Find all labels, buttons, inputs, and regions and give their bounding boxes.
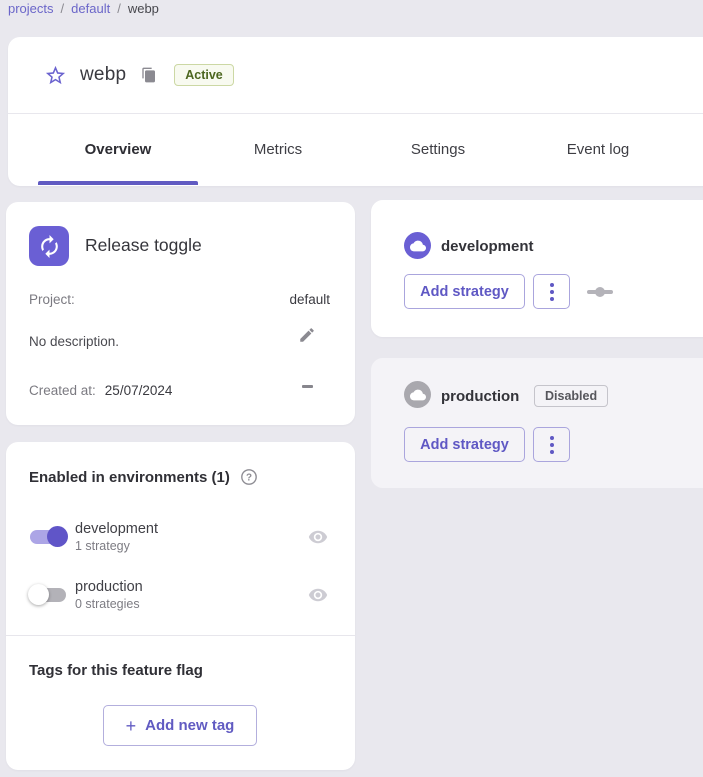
environment-strategy-count: 1 strategy: [75, 539, 158, 553]
status-badge: Active: [174, 64, 234, 86]
section-divider: [6, 635, 355, 636]
environments-card: Enabled in environments (1) ? developmen…: [6, 442, 355, 770]
tab-metrics[interactable]: Metrics: [198, 114, 358, 185]
project-row: Project: default: [29, 292, 330, 307]
flag-type-title: Release toggle: [85, 235, 202, 256]
environment-name: development: [75, 521, 158, 537]
edit-description-icon[interactable]: [298, 326, 316, 344]
visibility-eye-icon[interactable]: [308, 585, 328, 605]
created-row: Created at: 25/07/2024: [29, 383, 172, 398]
project-label: Project:: [29, 292, 75, 307]
toggle-development[interactable]: [28, 526, 68, 548]
kebab-menu-button[interactable]: [533, 427, 570, 462]
copy-name-icon[interactable]: [141, 67, 157, 83]
favorite-star-icon[interactable]: [44, 64, 67, 87]
environment-panel-production: production Disabled Add strategy: [371, 358, 703, 488]
project-value: default: [289, 292, 330, 307]
tab-event-log[interactable]: Event log: [518, 114, 678, 185]
toggle-production[interactable]: [28, 584, 68, 606]
breadcrumb-separator: /: [61, 1, 65, 16]
breadcrumb-link-default[interactable]: default: [71, 1, 110, 16]
add-new-tag-button[interactable]: + Add new tag: [103, 705, 257, 746]
tab-overview[interactable]: Overview: [38, 114, 198, 185]
breadcrumb-current: webp: [128, 1, 159, 16]
plus-icon: +: [126, 717, 137, 735]
flag-type-card: Release toggle Project: default No descr…: [6, 202, 355, 425]
breadcrumb-link-projects[interactable]: projects: [8, 1, 54, 16]
environment-panel-title: production: [441, 388, 519, 405]
tab-settings[interactable]: Settings: [358, 114, 518, 185]
add-strategy-button[interactable]: Add strategy: [404, 427, 525, 462]
environments-heading: Enabled in environments (1) ?: [29, 468, 258, 486]
created-label: Created at:: [29, 383, 96, 398]
cloud-icon: [404, 381, 431, 408]
autorenew-icon: [29, 226, 69, 266]
feature-title-row: webp Active: [8, 37, 703, 114]
page-title: webp: [80, 64, 126, 86]
tab-bar: Overview Metrics Settings Event log: [8, 114, 703, 185]
environment-row-production: production 0 strategies: [28, 572, 328, 618]
environment-name: production: [75, 579, 143, 595]
breadcrumb-separator: /: [117, 1, 121, 16]
visibility-eye-icon[interactable]: [308, 527, 328, 547]
environment-strategy-count: 0 strategies: [75, 597, 143, 611]
add-strategy-button[interactable]: Add strategy: [404, 274, 525, 309]
cloud-icon: [404, 232, 431, 259]
kebab-menu-button[interactable]: [533, 274, 570, 309]
created-value: 25/07/2024: [105, 383, 173, 398]
environment-panel-development: development Add strategy: [371, 200, 703, 337]
feature-header-card: webp Active Overview Metrics Settings Ev…: [8, 37, 703, 186]
environment-row-development: development 1 strategy: [28, 514, 328, 560]
strategy-slider-icon: [587, 287, 613, 297]
environment-panel-title: development: [441, 238, 534, 255]
svg-text:?: ?: [246, 473, 252, 484]
tags-heading: Tags for this feature flag: [29, 662, 203, 679]
dash-indicator: [302, 385, 313, 388]
description-text: No description.: [29, 334, 119, 349]
help-icon[interactable]: ?: [240, 468, 258, 486]
breadcrumb: projects / default / webp: [8, 1, 159, 16]
disabled-badge: Disabled: [534, 385, 608, 407]
